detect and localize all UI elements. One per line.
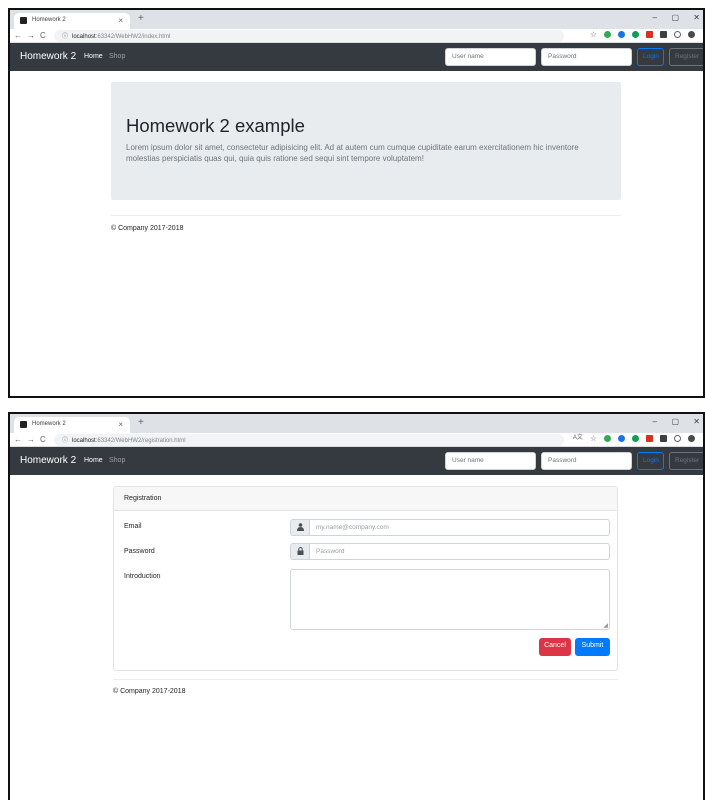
- translate-icon[interactable]: A文: [573, 435, 583, 442]
- site-navbar: Homework 2 Home Shop User name Password …: [10, 447, 703, 475]
- browser-tab[interactable]: Homework 2 ×: [14, 13, 130, 29]
- tab-close-icon[interactable]: ×: [118, 16, 123, 25]
- extension-icon[interactable]: [674, 435, 681, 442]
- nav-link-shop[interactable]: Shop: [109, 53, 125, 60]
- login-button[interactable]: Login: [637, 452, 664, 470]
- cancel-button[interactable]: Cancel: [539, 638, 571, 656]
- window-close-icon[interactable]: ✕: [693, 13, 700, 22]
- extension-icon[interactable]: [618, 435, 625, 442]
- maximize-icon[interactable]: ▢: [671, 417, 679, 426]
- favicon-icon: [20, 17, 27, 24]
- new-tab-button[interactable]: +: [138, 13, 144, 24]
- profile-avatar-icon[interactable]: [688, 31, 695, 38]
- extension-icon[interactable]: [660, 31, 667, 38]
- bookmark-star-icon[interactable]: ☆: [590, 31, 597, 39]
- url-path: :63342/WebHW2/registration.html: [95, 438, 186, 444]
- divider: [111, 215, 621, 216]
- back-icon[interactable]: ←: [14, 435, 22, 444]
- extension-icons: A文 ☆: [573, 435, 695, 443]
- profile-avatar-icon[interactable]: [688, 435, 695, 442]
- navbar-password-input[interactable]: Password: [541, 48, 632, 66]
- extension-icons: ☆: [590, 31, 695, 39]
- reload-icon[interactable]: C: [40, 31, 46, 40]
- new-tab-button[interactable]: +: [138, 417, 144, 428]
- page-title: Homework 2 example: [126, 115, 305, 136]
- submit-button[interactable]: Submit: [575, 638, 610, 656]
- maximize-icon[interactable]: ▢: [671, 13, 679, 22]
- divider: [113, 679, 618, 680]
- forward-icon[interactable]: →: [27, 435, 35, 444]
- page-footer: © Company 2017-2018: [113, 688, 186, 695]
- extension-icon[interactable]: [632, 435, 639, 442]
- password-label: Password: [124, 548, 155, 555]
- tab-title: Homework 2: [32, 17, 66, 23]
- email-label: Email: [124, 523, 142, 530]
- address-bar[interactable]: ⓘ localhost:63342/WebHW2/index.html: [54, 30, 564, 42]
- site-navbar: Homework 2 Home Shop User name Password …: [10, 43, 703, 71]
- extension-icon[interactable]: [660, 435, 667, 442]
- extension-icon[interactable]: [604, 435, 611, 442]
- url-host: localhost: [72, 34, 96, 40]
- resize-handle-icon[interactable]: ◢: [603, 622, 608, 629]
- nav-link-home[interactable]: Home: [84, 457, 103, 464]
- page-footer: © Company 2017-2018: [111, 225, 184, 232]
- extension-icon[interactable]: [646, 31, 653, 38]
- url-path: :63342/WebHW2/index.html: [95, 34, 171, 40]
- bookmark-star-icon[interactable]: ☆: [590, 435, 597, 443]
- tab-title: Homework 2: [32, 421, 66, 427]
- navbar-username-input[interactable]: User name: [445, 48, 536, 66]
- browser-toolbar: ← → C ⓘ localhost:63342/WebHW2/registrati…: [10, 433, 703, 447]
- browser-tab-strip: Homework 2 × + – ▢ ✕: [10, 414, 703, 433]
- browser-tab-strip: Homework 2 × + – ▢ ✕: [10, 10, 703, 29]
- extension-icon[interactable]: [604, 31, 611, 38]
- navbar-username-input[interactable]: User name: [445, 452, 536, 470]
- minimize-icon[interactable]: –: [653, 417, 657, 426]
- introduction-label: Introduction: [124, 573, 161, 580]
- tab-close-icon[interactable]: ×: [118, 420, 123, 429]
- email-field[interactable]: my.name@company.com: [310, 519, 610, 536]
- extension-icon[interactable]: [618, 31, 625, 38]
- registration-page-screenshot: Homework 2 × + – ▢ ✕ ← → C ⓘ localhost:63…: [8, 412, 705, 800]
- introduction-textarea[interactable]: ◢: [290, 569, 610, 630]
- register-button[interactable]: Register: [669, 452, 703, 470]
- site-info-icon[interactable]: ⓘ: [62, 438, 68, 444]
- browser-tab[interactable]: Homework 2 ×: [14, 417, 130, 433]
- extension-icon[interactable]: [632, 31, 639, 38]
- nav-link-shop[interactable]: Shop: [109, 457, 125, 464]
- minimize-icon[interactable]: –: [653, 13, 657, 22]
- lock-icon: [290, 543, 310, 560]
- registration-card: Registration Email my.name@company.com P…: [113, 486, 618, 671]
- user-icon: [290, 519, 310, 536]
- site-info-icon[interactable]: ⓘ: [62, 34, 68, 40]
- password-field[interactable]: Password: [310, 543, 610, 560]
- reload-icon[interactable]: C: [40, 435, 46, 444]
- window-close-icon[interactable]: ✕: [693, 417, 700, 426]
- password-input-group: Password: [290, 543, 610, 560]
- back-icon[interactable]: ←: [14, 31, 22, 40]
- home-page-screenshot: Homework 2 × + – ▢ ✕ ← → C ⓘ localhost:63…: [8, 8, 705, 398]
- lead-paragraph: Lorem ipsum dolor sit amet, consectetur …: [126, 143, 579, 163]
- forward-icon[interactable]: →: [27, 31, 35, 40]
- card-header: Registration: [114, 487, 617, 511]
- favicon-icon: [20, 421, 27, 428]
- navbar-brand[interactable]: Homework 2: [20, 455, 76, 466]
- register-button[interactable]: Register: [669, 48, 703, 66]
- email-input-group: my.name@company.com: [290, 519, 610, 536]
- url-host: localhost: [72, 438, 96, 444]
- address-bar[interactable]: ⓘ localhost:63342/WebHW2/registration.htm…: [54, 434, 564, 446]
- jumbotron: Homework 2 example Lorem ipsum dolor sit…: [111, 82, 621, 200]
- login-button[interactable]: Login: [637, 48, 664, 66]
- extension-icon[interactable]: [674, 31, 681, 38]
- browser-toolbar: ← → C ⓘ localhost:63342/WebHW2/index.html…: [10, 29, 703, 43]
- navbar-password-input[interactable]: Password: [541, 452, 632, 470]
- extension-icon[interactable]: [646, 435, 653, 442]
- nav-link-home[interactable]: Home: [84, 53, 103, 60]
- navbar-brand[interactable]: Homework 2: [20, 51, 76, 62]
